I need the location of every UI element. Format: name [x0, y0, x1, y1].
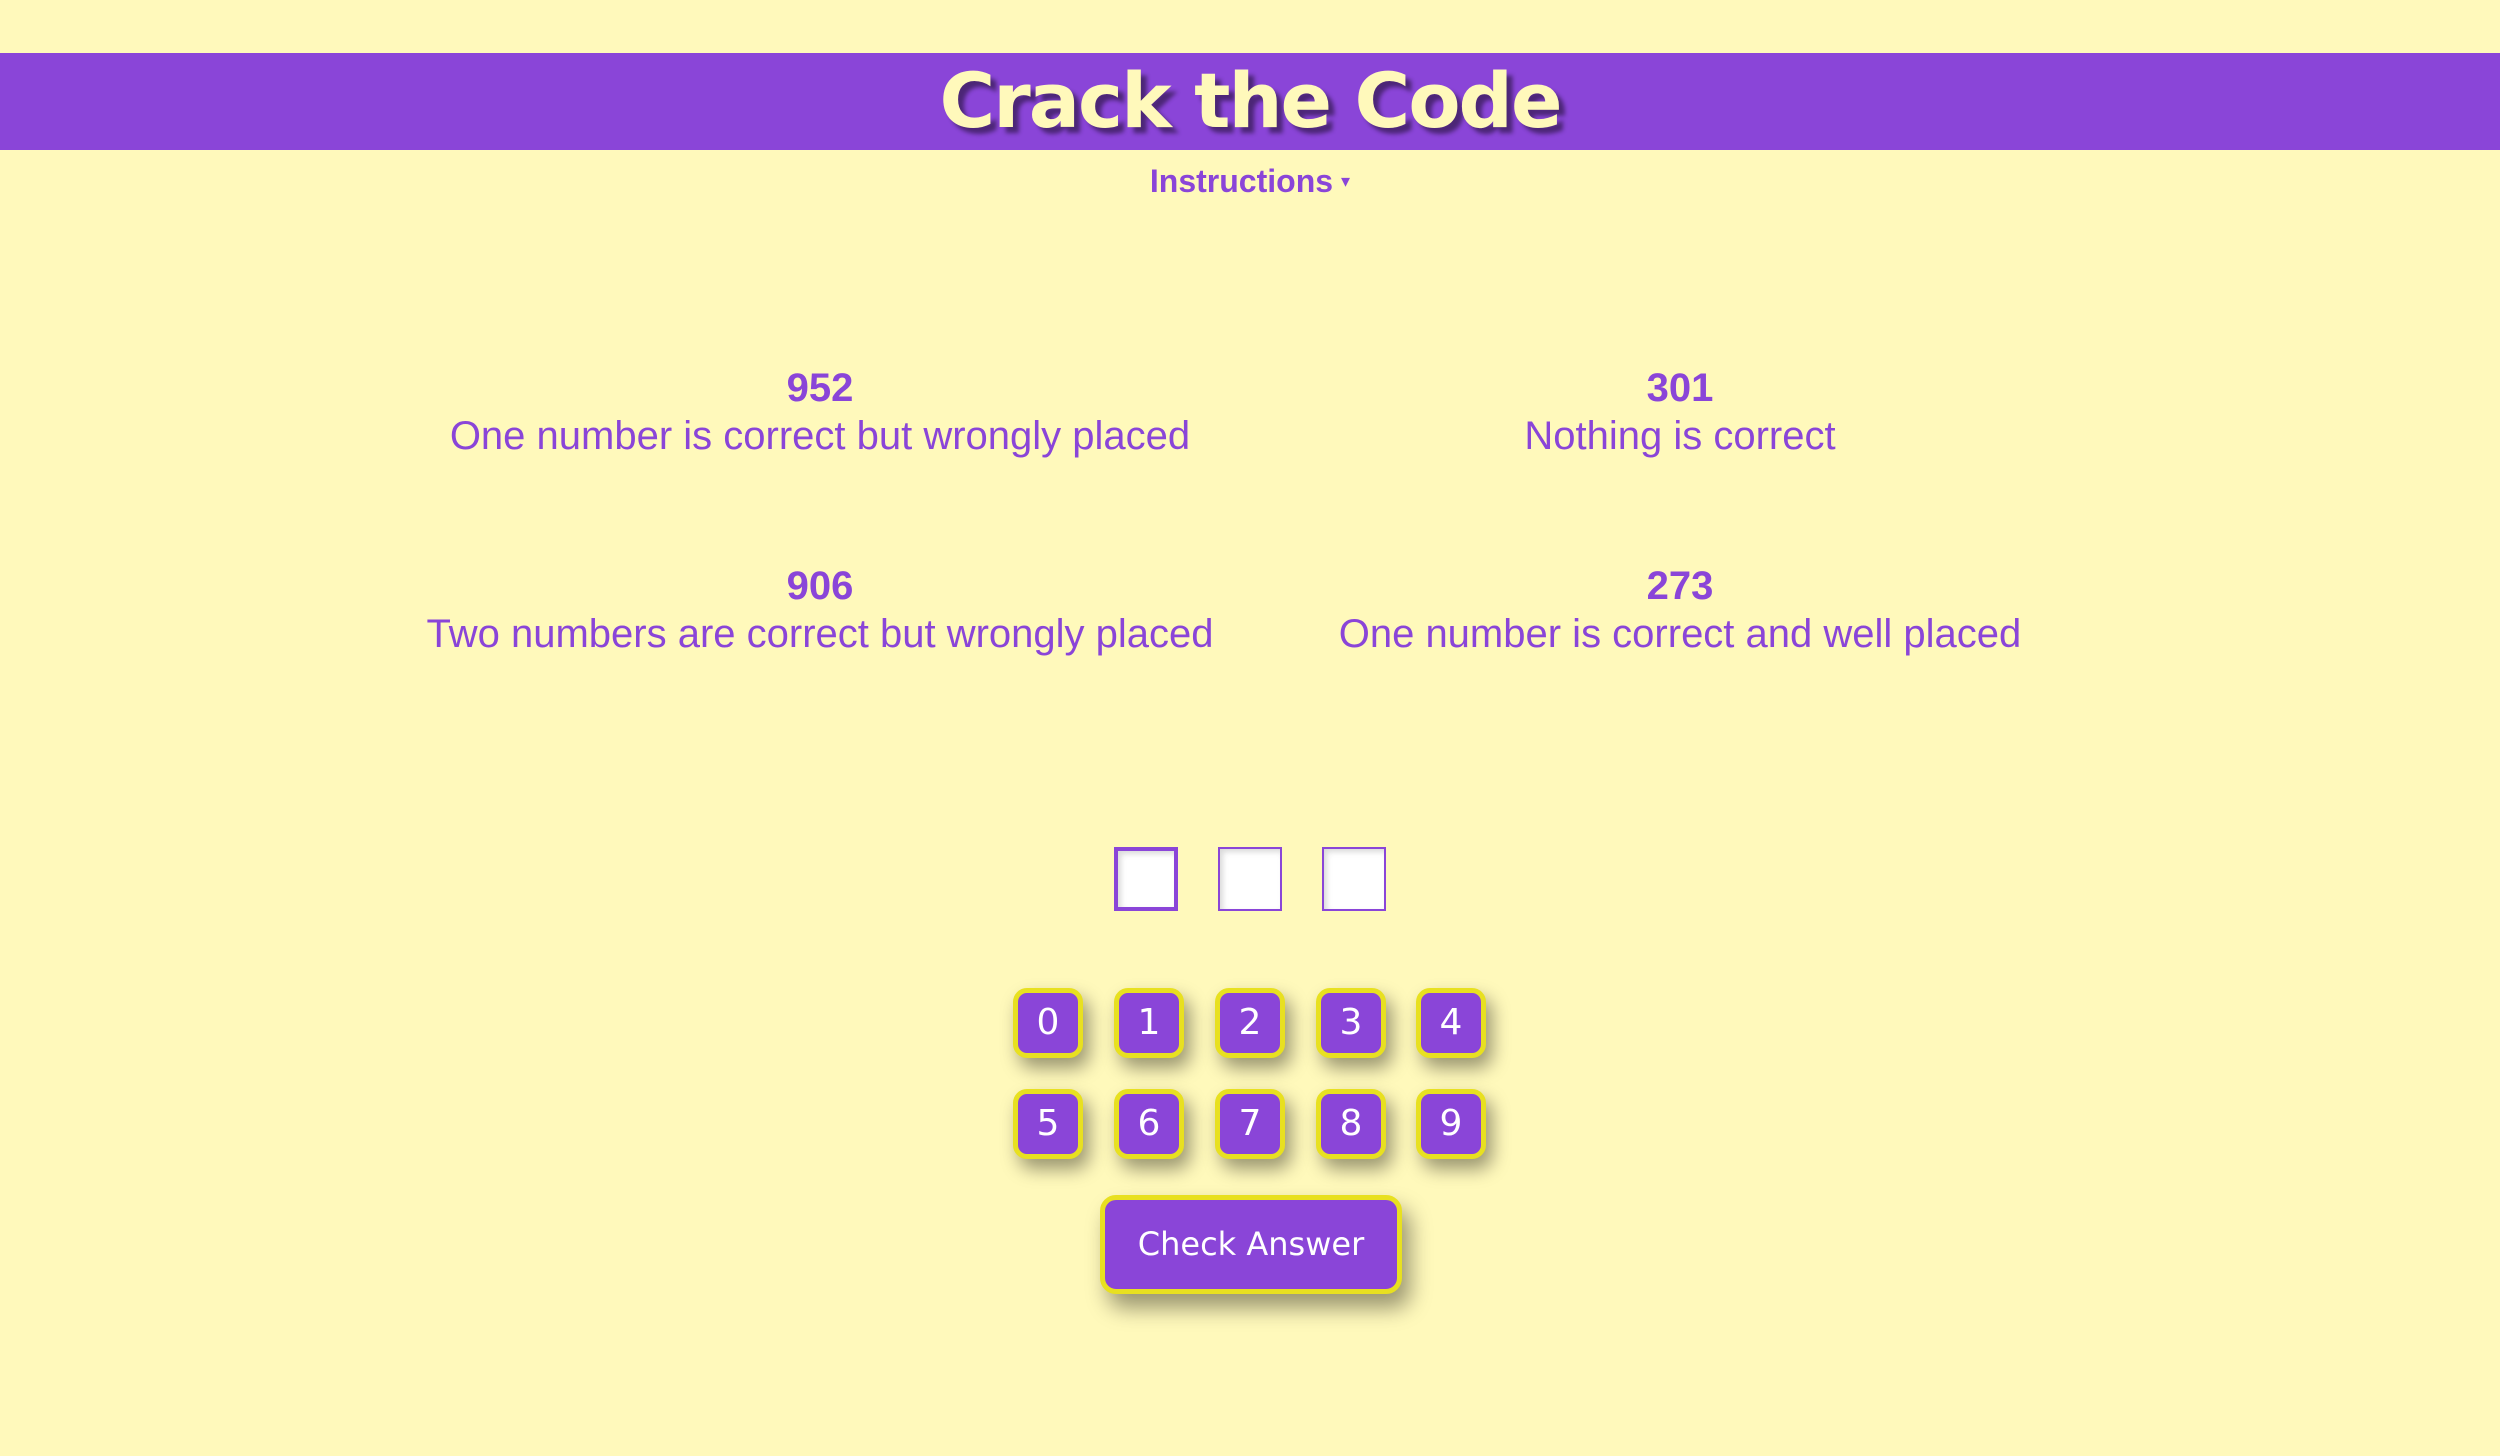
answer-slot-2[interactable] — [1218, 847, 1282, 911]
digit-key-0[interactable]: 0 — [1013, 988, 1083, 1058]
game-page: Crack the Code Instructions ▾ 952 One num… — [0, 0, 2500, 1456]
digit-key-9[interactable]: 9 — [1416, 1089, 1486, 1159]
instructions-label: Instructions — [1149, 163, 1334, 199]
clue-code: 952 — [786, 366, 854, 410]
instructions-toggle[interactable]: Instructions ▾ — [0, 163, 2500, 200]
digit-key-7[interactable]: 7 — [1215, 1089, 1285, 1159]
clue-hint: One number is correct but wrongly placed — [449, 414, 1191, 458]
check-answer-button[interactable]: Check Answer — [1100, 1195, 1402, 1294]
clue-code: 906 — [786, 564, 854, 608]
digit-key-8[interactable]: 8 — [1316, 1089, 1386, 1159]
digit-key-5[interactable]: 5 — [1013, 1089, 1083, 1159]
clue-card: 952 One number is correct but wrongly pl… — [370, 364, 1270, 460]
clue-hint: Two numbers are correct but wrongly plac… — [426, 612, 1214, 656]
clue-hint: One number is correct and well placed — [1338, 612, 2022, 656]
digit-key-1[interactable]: 1 — [1114, 988, 1184, 1058]
answer-slot-1[interactable] — [1114, 847, 1178, 911]
dropdown-arrow-icon: ▾ — [1341, 171, 1351, 191]
clue-card: 273 One number is correct and well place… — [1230, 562, 2130, 658]
digit-key-6[interactable]: 6 — [1114, 1089, 1184, 1159]
page-title: Crack the Code — [939, 56, 1563, 145]
clue-code: 301 — [1646, 366, 1714, 410]
clue-hint: Nothing is correct — [1524, 414, 1836, 458]
digit-key-4[interactable]: 4 — [1416, 988, 1486, 1058]
clue-code: 273 — [1646, 564, 1714, 608]
answer-slot-3[interactable] — [1322, 847, 1386, 911]
digit-key-2[interactable]: 2 — [1215, 988, 1285, 1058]
clue-card: 906 Two numbers are correct but wrongly … — [370, 562, 1270, 658]
digit-key-3[interactable]: 3 — [1316, 988, 1386, 1058]
clue-card: 301 Nothing is correct — [1230, 364, 2130, 460]
